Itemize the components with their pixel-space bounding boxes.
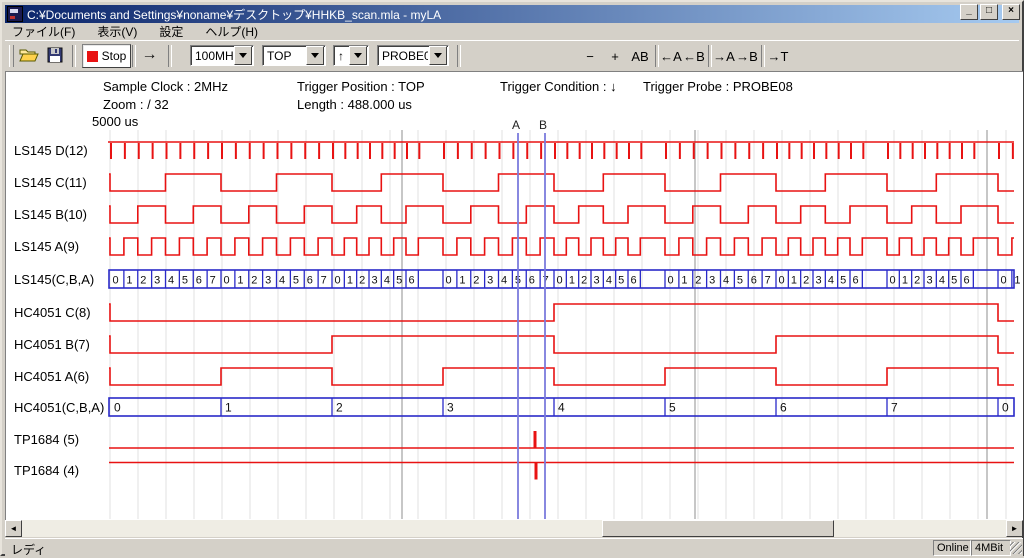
move-right-to-a-button[interactable]: →A xyxy=(714,46,734,66)
channel-label-hc4051-a: HC4051 A(6) xyxy=(14,368,89,385)
maximize-button[interactable]: □ xyxy=(980,4,998,20)
open-file-button[interactable] xyxy=(17,44,40,66)
trigger-probe-combo[interactable]: PROBE00 xyxy=(377,45,449,66)
channel-label-tp1684-5: TP1684 (5) xyxy=(14,431,79,448)
waveform-client-area xyxy=(5,71,1023,520)
scroll-right-icon: ► xyxy=(1011,524,1019,533)
channel-label-hc4051-bus: HC4051(C,B,A) xyxy=(14,399,104,416)
status-memory: 4MBit xyxy=(971,540,1011,556)
toolbar-separator xyxy=(168,45,172,67)
app-icon xyxy=(7,6,23,22)
trigger-position-info: Trigger Position : TOP xyxy=(297,79,425,94)
length-info: Length : 488.000 us xyxy=(297,97,412,112)
channel-label-ls145-c: LS145 C(11) xyxy=(14,174,87,191)
sample-clock-value: 100MHz xyxy=(191,49,233,63)
sample-clock-combo[interactable]: 100MHz xyxy=(190,45,254,66)
stop-label: Stop xyxy=(102,49,127,63)
chevron-down-icon xyxy=(239,53,247,58)
menu-file[interactable]: ファイル(F) xyxy=(5,22,82,41)
trigger-condition-info: Trigger Condition : ↓ xyxy=(500,79,617,94)
menu-bar: ファイル(F) 表示(V) 設定 ヘルプ(H) xyxy=(5,23,1019,40)
sample-clock-info: Sample Clock : 2MHz xyxy=(103,79,228,94)
cursor-b-label: B xyxy=(539,118,547,132)
scroll-left-icon: ◄ xyxy=(10,524,18,533)
stop-icon xyxy=(87,51,98,62)
horizontal-scrollbar[interactable]: ◄ ► xyxy=(5,520,1023,537)
scrollbar-thumb[interactable] xyxy=(602,520,834,537)
channel-label-hc4051-b: HC4051 B(7) xyxy=(14,336,90,353)
run-button[interactable]: → xyxy=(137,44,162,66)
save-button[interactable] xyxy=(43,44,66,66)
trigger-position-value: TOP xyxy=(263,49,305,63)
open-folder-icon xyxy=(19,47,39,63)
move-left-to-b-button[interactable]: ←B xyxy=(684,46,704,66)
menu-settings[interactable]: 設定 xyxy=(152,22,190,41)
toolbar-separator xyxy=(708,45,712,67)
zoom-out-button[interactable]: − xyxy=(582,46,598,66)
status-bar: レディ Online 4MBit xyxy=(5,538,1023,556)
move-left-to-a-button[interactable]: ←A xyxy=(661,46,681,66)
app-window: C:¥Documents and Settings¥noname¥デスクトップ¥… xyxy=(0,0,1024,556)
chevron-down-icon xyxy=(354,53,362,58)
resize-grip[interactable] xyxy=(1010,542,1022,554)
zoom-in-button[interactable]: + xyxy=(607,46,623,66)
close-button[interactable]: × xyxy=(1002,4,1020,20)
window-title: C:¥Documents and Settings¥noname¥デスクトップ¥… xyxy=(27,6,441,23)
cursor-a-label: A xyxy=(512,118,520,132)
trigger-probe-info: Trigger Probe : PROBE08 xyxy=(643,79,793,94)
goto-trigger-button[interactable]: →T xyxy=(768,46,788,66)
trigger-position-combo[interactable]: TOP xyxy=(262,45,326,66)
scroll-left-button[interactable]: ◄ xyxy=(5,520,22,537)
minimize-button[interactable]: _ xyxy=(960,4,978,20)
toolbar-separator xyxy=(761,45,765,67)
toolbar-separator xyxy=(132,45,136,67)
chevron-down-icon xyxy=(311,53,319,58)
toolbar-separator xyxy=(457,45,461,67)
title-bar[interactable]: C:¥Documents and Settings¥noname¥デスクトップ¥… xyxy=(5,5,1019,23)
trigger-probe-value: PROBE00 xyxy=(378,49,428,63)
save-floppy-icon xyxy=(47,47,63,63)
channel-label-ls145-b: LS145 B(10) xyxy=(14,206,87,223)
time-scale-label: 5000 us xyxy=(92,114,138,129)
channel-label-ls145-a: LS145 A(9) xyxy=(14,238,79,255)
status-online: Online xyxy=(933,540,971,556)
stop-button[interactable]: Stop xyxy=(82,44,131,68)
chevron-down-icon xyxy=(434,53,442,58)
channel-label-hc4051-c: HC4051 C(8) xyxy=(14,304,91,321)
menu-view[interactable]: 表示(V) xyxy=(90,22,144,41)
toolbar: Stop → 100MHz TOP ↑ PROBE00 − + AB ←A xyxy=(5,40,1019,72)
channel-label-tp1684-4: TP1684 (4) xyxy=(14,462,79,479)
toolbar-gripper xyxy=(9,45,14,67)
toolbar-separator xyxy=(655,45,659,67)
toolbar-separator xyxy=(72,45,76,67)
channel-label-ls145-bus: LS145(C,B,A) xyxy=(14,271,94,288)
menu-help[interactable]: ヘルプ(H) xyxy=(198,22,265,41)
status-ready: レディ xyxy=(11,541,46,558)
scroll-right-button[interactable]: ► xyxy=(1006,520,1023,537)
channel-label-ls145-d: LS145 D(12) xyxy=(14,142,88,159)
run-arrow-icon: → xyxy=(142,46,158,64)
zoom-ab-button[interactable]: AB xyxy=(629,46,651,66)
zoom-info: Zoom : / 32 xyxy=(103,97,169,112)
trigger-edge-combo[interactable]: ↑ xyxy=(333,45,369,66)
move-right-to-b-button[interactable]: →B xyxy=(737,46,757,66)
trigger-edge-value: ↑ xyxy=(334,49,348,63)
